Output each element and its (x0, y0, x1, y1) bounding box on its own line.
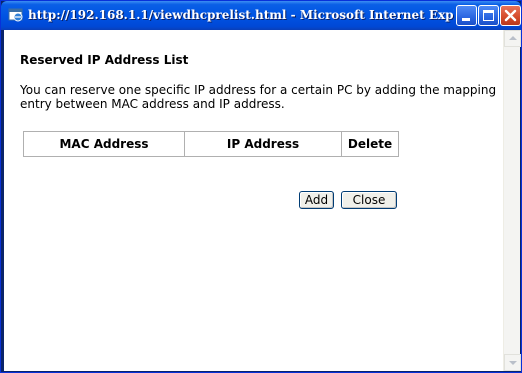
maximize-button[interactable] (478, 5, 499, 26)
window-title: http://192.168.1.1/viewdhcprelist.html -… (28, 8, 454, 22)
vertical-scrollbar[interactable] (503, 30, 521, 371)
page-content: Reserved IP Address List You can reserve… (4, 30, 503, 371)
close-icon (504, 9, 517, 22)
column-header-delete: Delete (341, 131, 399, 157)
close-button[interactable]: Close (341, 191, 397, 209)
scroll-down-arrow-icon[interactable] (504, 354, 521, 371)
internet-explorer-icon[interactable] (8, 7, 24, 23)
browser-window: http://192.168.1.1/viewdhcprelist.html -… (0, 0, 522, 373)
page-description: You can reserve one specific IP address … (20, 83, 497, 111)
table-header-row: MAC Address IP Address Delete (23, 131, 399, 157)
reserved-ip-table: MAC Address IP Address Delete (23, 131, 399, 157)
add-button[interactable]: Add (299, 191, 334, 209)
column-header-mac-address: MAC Address (23, 131, 185, 157)
column-header-ip-address: IP Address (184, 131, 342, 157)
title-bar[interactable]: http://192.168.1.1/viewdhcprelist.html -… (1, 1, 521, 30)
minimize-button[interactable] (456, 5, 477, 26)
client-area: Reserved IP Address List You can reserve… (4, 30, 521, 371)
scroll-up-arrow-icon[interactable] (504, 30, 521, 47)
page-title: Reserved IP Address List (20, 53, 189, 67)
close-window-button[interactable] (500, 5, 521, 26)
